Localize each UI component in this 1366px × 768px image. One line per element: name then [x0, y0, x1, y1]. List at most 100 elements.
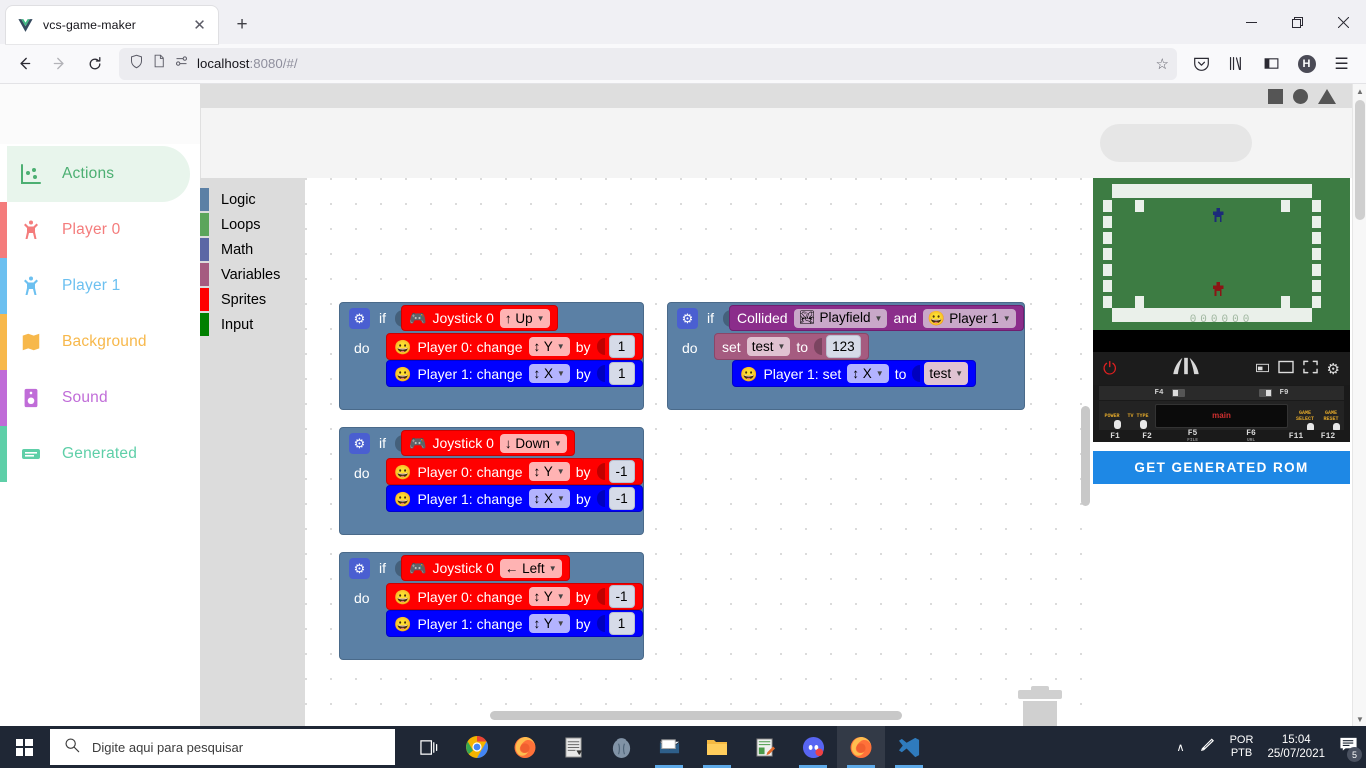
- console-switch-game-select[interactable]: GAME SELECT: [1292, 410, 1318, 422]
- if-block[interactable]: ⚙ if Collided 🏞 Playfield ▼ and 😀 Player…: [667, 302, 1025, 410]
- gear-icon[interactable]: ⚙: [677, 307, 698, 329]
- address-bar[interactable]: localhost:8080/#/ ☆: [119, 47, 1177, 80]
- number-input[interactable]: -1: [608, 487, 635, 510]
- console-switch[interactable]: [1171, 389, 1185, 397]
- gear-icon[interactable]: ⚙: [349, 557, 370, 579]
- number-input[interactable]: -1: [608, 585, 635, 608]
- firefox-icon[interactable]: [501, 726, 549, 768]
- pocket-icon[interactable]: [1185, 48, 1218, 80]
- trashcan-icon[interactable]: [1017, 686, 1063, 726]
- variable-get-block[interactable]: test ▼: [924, 362, 969, 385]
- toolbar-placeholder[interactable]: [1100, 124, 1252, 162]
- axis-dropdown[interactable]: ↕ X ▼: [528, 489, 570, 508]
- triangle-icon[interactable]: [1318, 88, 1336, 104]
- condition-block-joystick[interactable]: 🎮 Joystick 0 ↑ Up ▼: [401, 305, 558, 331]
- toolbox-category-logic[interactable]: Logic: [200, 187, 305, 212]
- scroll-down-icon[interactable]: ▼: [1353, 712, 1366, 726]
- number-input[interactable]: 1: [608, 335, 635, 358]
- sidebar-item-actions[interactable]: Actions: [0, 146, 190, 202]
- chrome-icon[interactable]: [453, 726, 501, 768]
- axis-dropdown[interactable]: ↕ X ▼: [847, 364, 889, 383]
- number-input[interactable]: 1: [608, 612, 635, 635]
- console-switch[interactable]: [1258, 389, 1272, 397]
- notes-icon[interactable]: [549, 726, 597, 768]
- axis-dropdown[interactable]: ↕ Y ▼: [528, 587, 570, 606]
- gear-icon[interactable]: ⚙: [349, 432, 370, 454]
- minimize-icon[interactable]: [1228, 3, 1274, 41]
- sidebar-item-generated[interactable]: Generated: [0, 426, 190, 482]
- toolbox-category-input[interactable]: Input: [200, 312, 305, 337]
- if-block[interactable]: ⚙ if 🎮 Joystick 0 ← Left ▼ do 😀 Player 0…: [339, 552, 644, 660]
- condition-block-joystick[interactable]: 🎮 Joystick 0 ← Left ▼: [401, 555, 570, 581]
- gear-icon[interactable]: ⚙: [1327, 360, 1340, 378]
- circle-icon[interactable]: [1293, 88, 1308, 104]
- direction-dropdown[interactable]: ↑ Up ▼: [499, 308, 550, 328]
- back-icon[interactable]: [8, 48, 41, 80]
- sidebar-item-player-1[interactable]: Player 1: [0, 258, 190, 314]
- start-button[interactable]: [0, 726, 48, 768]
- block-group-left[interactable]: ⚙ if 🎮 Joystick 0 ← Left ▼ do 😀 Player 0…: [339, 552, 644, 660]
- language-indicator[interactable]: POR PTB: [1230, 734, 1254, 760]
- statement-player1-change[interactable]: 😀 Player 1: change ↕ X ▼ by 1: [386, 360, 643, 387]
- axis-dropdown[interactable]: ↕ Y ▼: [528, 337, 570, 356]
- block-group-collided[interactable]: ⚙ if Collided 🏞 Playfield ▼ and 😀 Player…: [667, 302, 1025, 410]
- direction-dropdown[interactable]: ↓ Down ▼: [499, 433, 567, 453]
- page-scrollbar[interactable]: ▲ ▼: [1352, 84, 1366, 726]
- reload-icon[interactable]: [78, 48, 111, 80]
- postgres-icon[interactable]: [597, 726, 645, 768]
- power-icon[interactable]: ⏻: [1103, 359, 1116, 379]
- number-input[interactable]: 123: [826, 335, 861, 358]
- maximize-icon[interactable]: [1274, 3, 1320, 41]
- collide-target2-dropdown[interactable]: 😀 Player 1 ▼: [922, 308, 1016, 328]
- condition-block-collided[interactable]: Collided 🏞 Playfield ▼ and 😀 Player 1 ▼: [729, 305, 1024, 331]
- sidebar-icon[interactable]: [1255, 48, 1288, 80]
- statement-player0-change[interactable]: 😀 Player 0: change ↕ Y ▼ by 1: [386, 333, 643, 360]
- workspace-horizontal-scrollbar[interactable]: [490, 711, 902, 720]
- collide-target-dropdown[interactable]: 🏞 Playfield ▼: [793, 308, 888, 328]
- block-group-down[interactable]: ⚙ if 🎮 Joystick 0 ↓ Down ▼ do 😀 Player 0…: [339, 427, 644, 535]
- axis-dropdown[interactable]: ↕ Y ▼: [528, 614, 570, 633]
- statement-player1-set[interactable]: 😀 Player 1: set ↕ X ▼ to test ▼: [732, 360, 977, 387]
- condition-block-joystick[interactable]: 🎮 Joystick 0 ↓ Down ▼: [401, 430, 575, 456]
- firefox-icon[interactable]: [837, 726, 885, 768]
- scroll-up-icon[interactable]: ▲: [1353, 84, 1366, 98]
- game-screen[interactable]: 000000: [1093, 178, 1350, 330]
- sidebar-item-background[interactable]: Background: [0, 314, 190, 370]
- number-input[interactable]: 1: [608, 362, 635, 385]
- toolbox-category-loops[interactable]: Loops: [200, 212, 305, 237]
- if-block[interactable]: ⚙ if 🎮 Joystick 0 ↑ Up ▼ do 😀 Player 0: …: [339, 302, 644, 410]
- direction-dropdown[interactable]: ← Left ▼: [499, 558, 562, 578]
- new-tab-button[interactable]: +: [226, 9, 258, 41]
- variable-dropdown[interactable]: test ▼: [746, 337, 791, 356]
- window-icon[interactable]: [1255, 361, 1269, 376]
- gear-icon[interactable]: ⚙: [349, 307, 370, 329]
- permissions-icon[interactable]: [174, 54, 189, 74]
- maximize-icon[interactable]: [1277, 360, 1294, 377]
- notifications-icon[interactable]: 5: [1339, 735, 1362, 762]
- url-text[interactable]: localhost:8080/#/: [197, 56, 1148, 71]
- axis-dropdown[interactable]: ↕ X ▼: [528, 364, 570, 383]
- tray-chevron-icon[interactable]: ∧: [1177, 741, 1185, 754]
- library-icon[interactable]: [1220, 48, 1253, 80]
- browser-tab[interactable]: vcs-game-maker ✕: [6, 6, 218, 44]
- console-switch-power[interactable]: POWER: [1099, 413, 1125, 419]
- fullscreen-icon[interactable]: [1302, 360, 1318, 377]
- number-input[interactable]: -1: [608, 460, 635, 483]
- statement-player0-change[interactable]: 😀 Player 0: change ↕ Y ▼ by -1: [386, 583, 643, 610]
- taskbar-search[interactable]: Digite aqui para pesquisar: [50, 729, 395, 765]
- if-block[interactable]: ⚙ if 🎮 Joystick 0 ↓ Down ▼ do 😀 Player 0…: [339, 427, 644, 535]
- scrollbar-thumb[interactable]: [1355, 100, 1365, 220]
- block-group-up[interactable]: ⚙ if 🎮 Joystick 0 ↑ Up ▼ do 😀 Player 0: …: [339, 302, 644, 410]
- editor-icon[interactable]: [741, 726, 789, 768]
- shield-icon[interactable]: [129, 54, 144, 74]
- toolbox-category-variables[interactable]: Variables: [200, 262, 305, 287]
- account-avatar[interactable]: H: [1290, 48, 1323, 80]
- console-switch-game-reset[interactable]: GAME RESET: [1318, 410, 1344, 422]
- statement-player1-change[interactable]: 😀 Player 1: change ↕ X ▼ by -1: [386, 485, 643, 512]
- close-window-icon[interactable]: [1320, 3, 1366, 41]
- get-generated-rom-button[interactable]: GET GENERATED ROM: [1093, 451, 1350, 484]
- atari-console-panel[interactable]: F4 F9 POWER TV TYPE main GAME SELECT GAM…: [1093, 385, 1350, 442]
- forward-icon[interactable]: [43, 48, 76, 80]
- bookmark-star-icon[interactable]: ☆: [1156, 55, 1169, 73]
- workspace-vertical-scrollbar[interactable]: [1081, 406, 1090, 506]
